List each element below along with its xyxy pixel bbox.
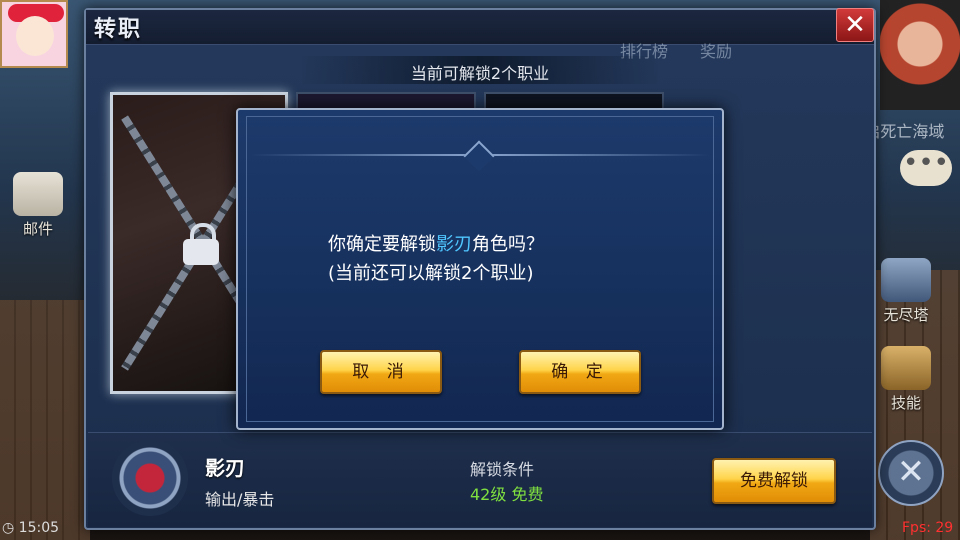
mail-button[interactable]: 邮件 (6, 172, 70, 239)
skills-button[interactable]: 技能 (874, 346, 938, 413)
avatar-face (16, 16, 54, 56)
endless-tower-button[interactable]: 无尽塔 (874, 258, 938, 325)
confirm-note: (当前还可以解锁2个职业) (328, 263, 534, 284)
mail-label: 邮件 (22, 220, 53, 238)
fps-readout: Fps: 29 (902, 520, 954, 536)
skills-label: 技能 (890, 394, 921, 412)
class-name: 影刃 (205, 456, 245, 480)
tower-label: 无尽塔 (883, 306, 929, 324)
confirm-button[interactable]: 确 定 (519, 350, 641, 394)
panel-title: 转职 (94, 17, 143, 42)
lock-icon (183, 223, 219, 265)
deck-left (0, 300, 90, 540)
bg-reward-label: 奖励 (700, 42, 733, 61)
cancel-button[interactable]: 取 消 (320, 350, 442, 394)
unlock-count-text: 当前可解锁2个职业 (410, 64, 550, 83)
close-button[interactable]: ✕ (836, 8, 874, 42)
chat-bubble-icon[interactable]: ••• (900, 150, 952, 186)
unlock-condition-value: 42级 免费 (470, 485, 544, 504)
class-emblem-icon (112, 440, 188, 516)
mail-icon (13, 172, 63, 216)
free-unlock-button[interactable]: 免费解锁 (712, 458, 836, 504)
panel-header (86, 10, 874, 45)
tower-icon (881, 258, 931, 302)
class-name-highlight: 影刃 (436, 234, 472, 255)
confirm-message: 你确定要解锁影刃角色吗？ (328, 234, 544, 255)
player-avatar[interactable] (0, 0, 68, 68)
npc-portrait[interactable] (880, 0, 960, 110)
unlock-condition-title: 解锁条件 (470, 460, 535, 479)
skill-book-icon (881, 346, 931, 390)
clock-readout: ◷ 15:05 (2, 520, 60, 536)
class-role: 输出/暴击 (205, 490, 275, 509)
close-menu-icon[interactable]: ✕ (878, 440, 944, 506)
